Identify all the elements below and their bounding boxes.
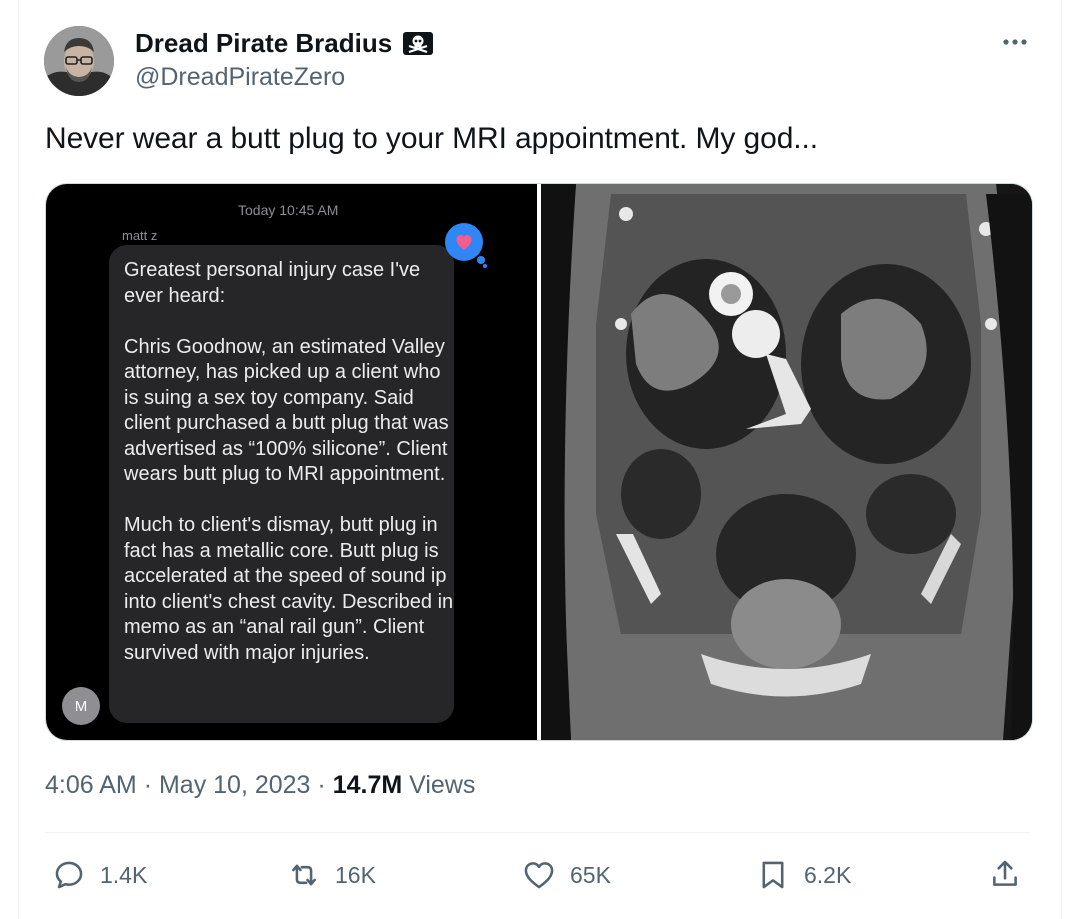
bookmark-icon	[762, 861, 784, 889]
heart-reaction-icon	[442, 220, 488, 268]
timeline-border-left	[18, 0, 19, 919]
author-avatar[interactable]	[44, 26, 114, 96]
author-name[interactable]: Dread Pirate Bradius	[135, 28, 392, 59]
like-button[interactable]: 65K	[522, 855, 611, 895]
views-count: 14.7M	[332, 771, 403, 799]
message-screenshot-image[interactable]: Today 10:45 AM matt z Greatest personal …	[46, 184, 537, 740]
like-count: 65K	[570, 861, 611, 888]
message-timestamp: Today 10:45 AM	[238, 202, 339, 218]
skull-crossbones-badge-icon	[402, 31, 434, 56]
ct-scan-image[interactable]	[541, 184, 1032, 740]
meta-separator: ·	[317, 771, 326, 799]
repost-button[interactable]: 16K	[287, 855, 376, 895]
tweet-meta: 4:06 AM · May 10, 2023 · 14.7M Views	[45, 771, 475, 800]
bookmark-button[interactable]: 6.2K	[756, 855, 851, 895]
reply-icon	[55, 861, 83, 889]
views-label: Views	[409, 771, 476, 799]
timeline-border-right	[1061, 0, 1062, 919]
repost-icon	[292, 864, 316, 886]
heart-icon	[524, 862, 554, 889]
author-handle[interactable]: @DreadPirateZero	[135, 63, 345, 92]
more-options-icon[interactable]	[1000, 28, 1030, 56]
repost-count: 16K	[335, 861, 376, 888]
tweet-time[interactable]: 4:06 AM	[45, 771, 137, 799]
tweet-text: Never wear a butt plug to your MRI appoi…	[45, 122, 819, 155]
share-icon[interactable]	[988, 857, 1022, 891]
tweet-date[interactable]: May 10, 2023	[159, 771, 311, 799]
tweet-media[interactable]: Today 10:45 AM matt z Greatest personal …	[45, 183, 1033, 741]
message-sender: matt z	[122, 228, 158, 243]
sender-avatar: M	[62, 687, 100, 725]
meta-separator: ·	[143, 771, 153, 799]
reply-count: 1.4K	[100, 861, 148, 888]
message-body: Greatest personal injury case I've ever …	[124, 259, 454, 664]
bookmark-count: 6.2K	[804, 861, 852, 888]
actions-divider	[45, 832, 1031, 833]
reply-button[interactable]: 1.4K	[52, 855, 147, 895]
